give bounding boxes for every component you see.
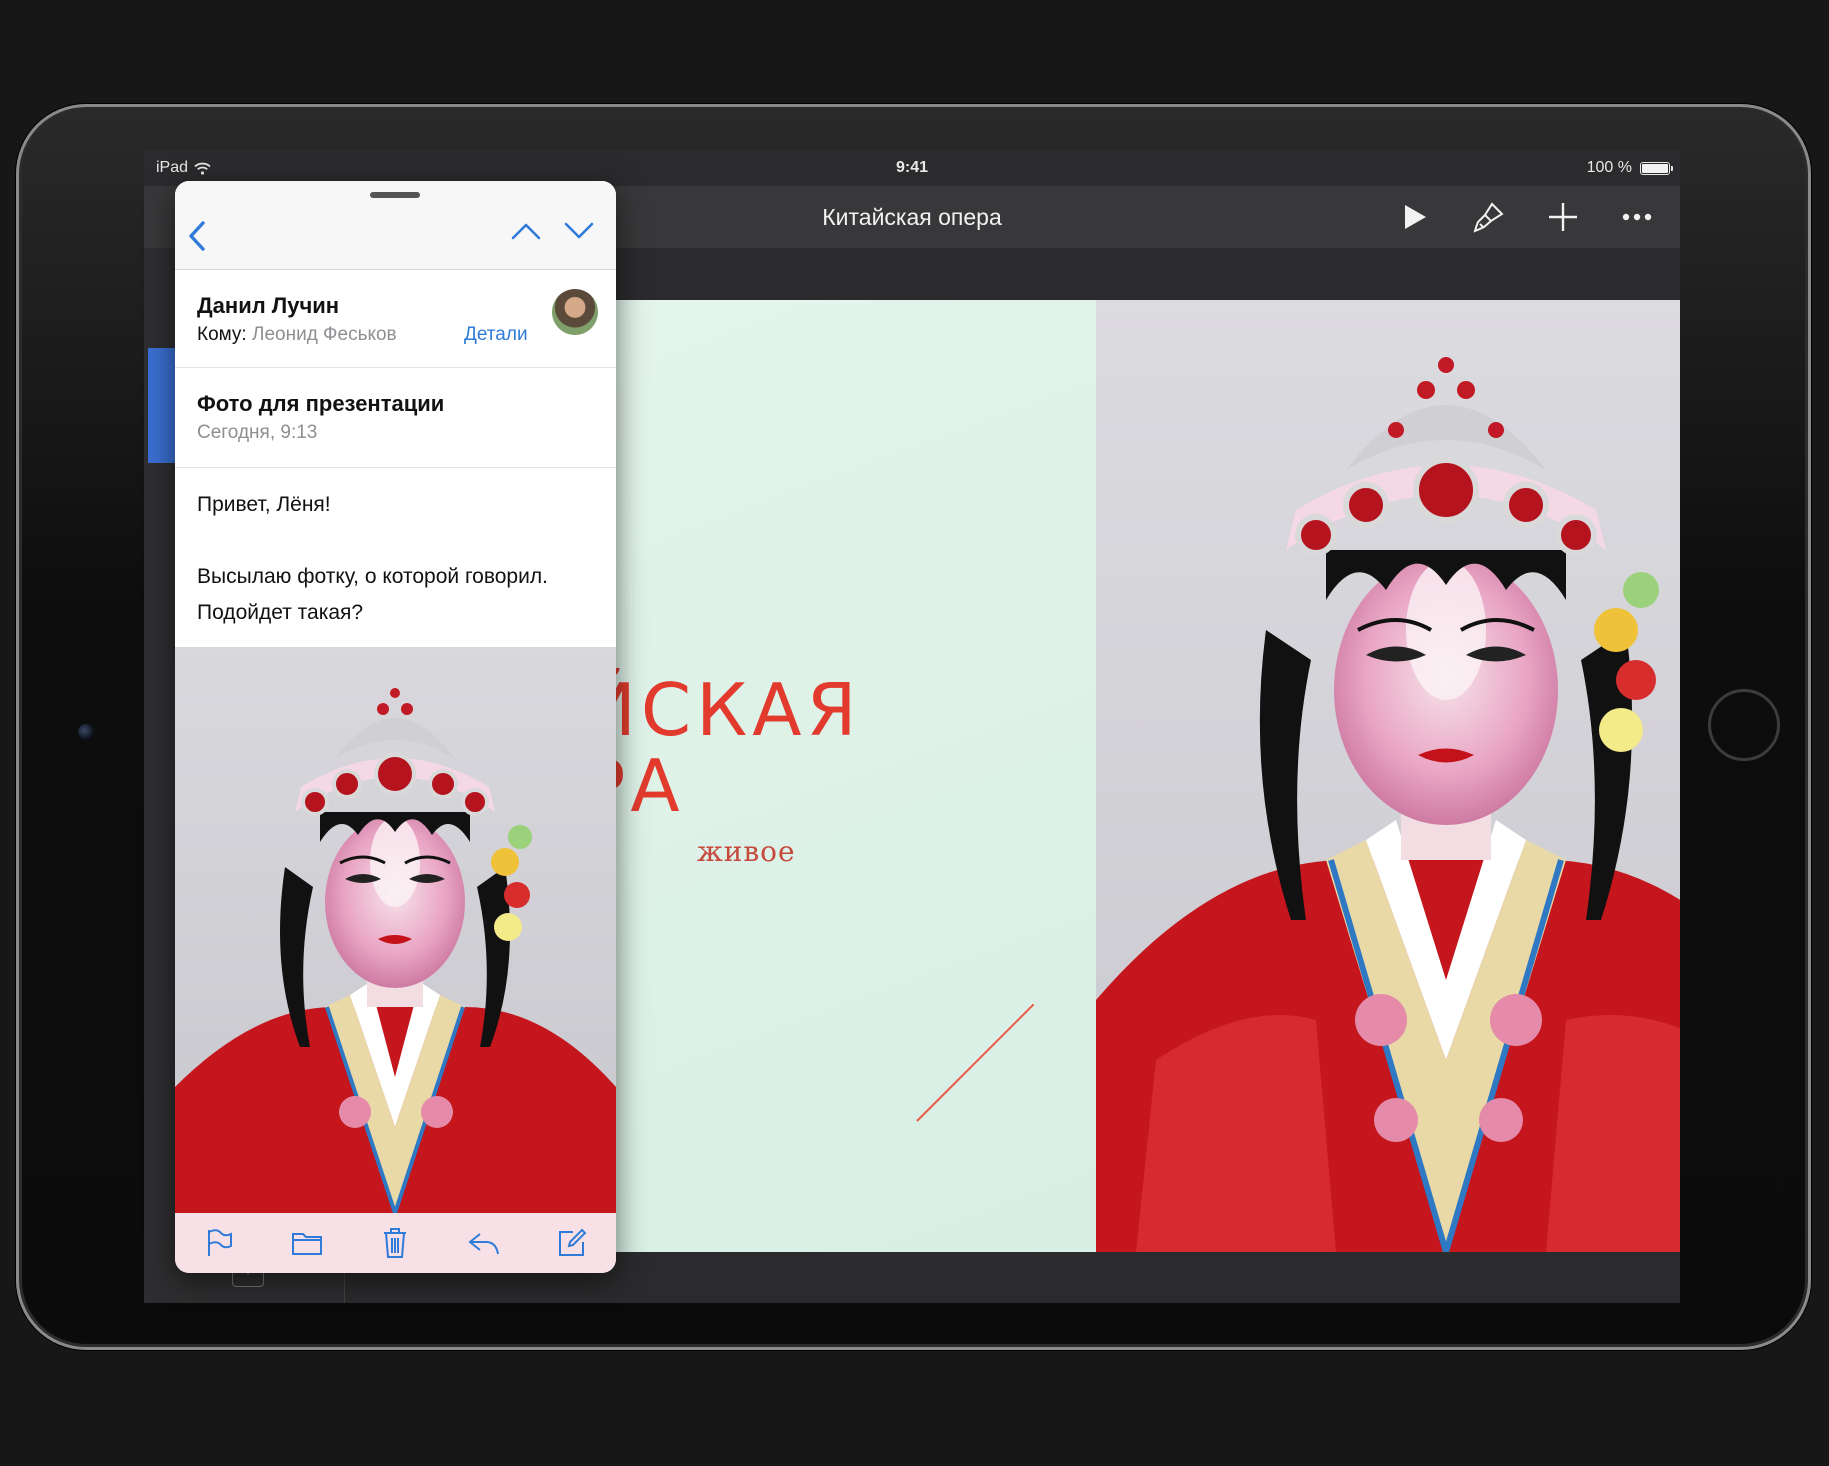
reply-button[interactable] (464, 1223, 504, 1263)
mail-subject: Фото для презентации (197, 391, 445, 416)
details-link[interactable]: Детали (464, 324, 528, 346)
status-time: 9:41 (895, 159, 929, 176)
mail-toolbar (175, 1213, 616, 1273)
reply-icon (468, 1233, 499, 1255)
format-button[interactable] (1470, 198, 1508, 236)
mail-header: Данил Лучин Кому: Леонид Феськов Детали (175, 269, 616, 368)
opera-portrait-attachment (175, 647, 616, 1220)
sender-name[interactable]: Данил Лучин (197, 293, 339, 319)
battery-percent: 100 % (1586, 159, 1632, 176)
compose-icon (558, 1228, 587, 1256)
trash-button[interactable] (375, 1223, 415, 1263)
folder-icon (292, 1233, 323, 1255)
recipient-name[interactable]: Леонид Феськов (252, 324, 397, 345)
slide-photo[interactable] (1096, 300, 1680, 1263)
slide-title-line2: РА (582, 744, 685, 828)
front-camera (78, 724, 94, 740)
avatar[interactable] (552, 289, 598, 335)
mail-slide-over: Данил Лучин Кому: Леонид Феськов Детали … (175, 181, 616, 1273)
toolbar-actions (1396, 198, 1656, 236)
mail-message: Высылаю фотку, о которой говорил. Подойд… (197, 565, 548, 624)
compose-button[interactable] (552, 1223, 592, 1263)
slide-title-line1: ЙСКАЯ (582, 668, 862, 752)
to-label: Кому: (197, 324, 247, 345)
mail-body: Привет, Лёня! Высылаю фотку, о которой г… (197, 487, 597, 667)
selected-slide-thumbnail[interactable] (148, 348, 176, 463)
recipient-line: Кому: Леонид Феськов (197, 324, 397, 346)
play-button[interactable] (1396, 198, 1434, 236)
move-button[interactable] (287, 1223, 327, 1263)
mail-attachment-photo[interactable] (175, 647, 616, 1220)
plus-icon (1549, 203, 1577, 231)
trash-icon (384, 1228, 407, 1258)
subject-block: Фото для презентации Сегодня, 9:13 (175, 367, 616, 468)
slide-over-grabber[interactable] (370, 192, 420, 198)
slide-accent-line[interactable] (916, 1003, 1035, 1122)
flag-button[interactable] (199, 1223, 239, 1263)
flag-icon (208, 1229, 233, 1256)
slide-subtitle[interactable]: живое (697, 835, 796, 868)
mail-date: Сегодня, 9:13 (197, 422, 318, 443)
status-right: 100 % (1586, 159, 1673, 177)
paintbrush-icon (1473, 202, 1504, 233)
add-button[interactable] (1544, 198, 1582, 236)
more-icon (1622, 213, 1652, 221)
chevron-left-icon[interactable] (185, 219, 209, 253)
opera-portrait-image (1096, 300, 1680, 1263)
slide-title[interactable]: ЙСКАЯ РА (582, 672, 862, 824)
home-button[interactable] (1708, 689, 1780, 761)
battery-icon (1640, 161, 1673, 175)
mail-nav-bar (175, 181, 616, 270)
chevron-up-icon[interactable] (510, 221, 542, 241)
battery-fill (1642, 163, 1668, 173)
play-icon (1405, 205, 1426, 229)
mail-greeting: Привет, Лёня! (197, 493, 331, 516)
more-button[interactable] (1618, 198, 1656, 236)
chevron-down-icon[interactable] (563, 221, 595, 241)
slide-canvas[interactable]: ЙСКАЯ РА живое (442, 300, 1680, 1263)
